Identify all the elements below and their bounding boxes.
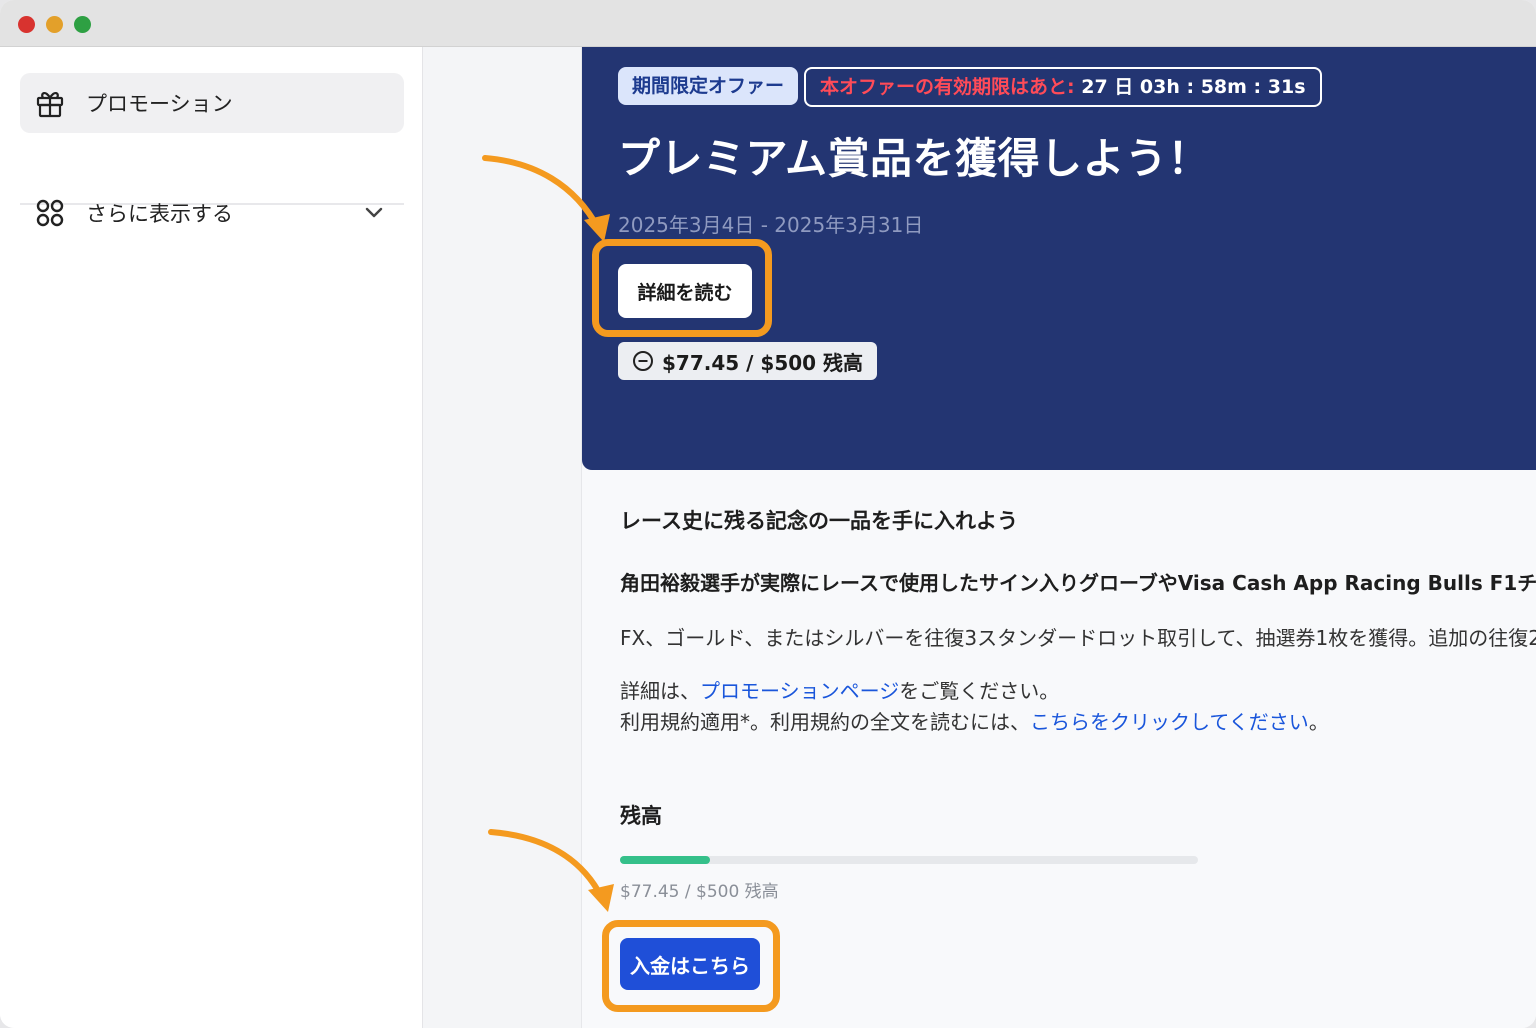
sidebar-item-label: さらに表示する — [86, 202, 233, 226]
details-suffix: をご覧ください。 — [899, 679, 1060, 703]
description-paragraph: 角田裕毅選手が実際にレースで使用したサイン入りグローブやVisa Cash Ap… — [620, 571, 1536, 595]
promotion-page-link[interactable]: プロモーションページ — [700, 679, 899, 703]
limited-offer-badge: 期間限定オファー — [618, 67, 799, 105]
app-window: プロモーション さらに表示する 期間限定オファー 本オファーの有効期限はあと: … — [0, 0, 1536, 1028]
read-details-button[interactable]: 詳細を読む — [618, 264, 752, 318]
maximize-window-button[interactable] — [74, 16, 91, 33]
balance-text: $77.45 / $500 残高 — [620, 882, 779, 902]
description-paragraph: FX、ゴールド、またはシルバーを往復3スタンダードロット取引して、抽選券1枚を獲… — [620, 626, 1536, 650]
sidebar-item-label: プロモーション — [86, 92, 233, 116]
sidebar-item-show-more[interactable]: さらに表示する — [20, 183, 404, 243]
timer-label: 本オファーの有効期限はあと: — [820, 76, 1075, 98]
sidebar-item-promotions[interactable]: プロモーション — [20, 73, 404, 133]
deposit-button[interactable]: 入金はこちら — [620, 938, 760, 990]
gift-icon — [36, 92, 64, 118]
terms-line: 利用規約適用*。利用規約の全文を読むには、こちらをクリックしてください。 — [620, 706, 1329, 735]
annotation-arrow — [488, 829, 614, 912]
expiry-timer-badge: 本オファーの有効期限はあと: 27 日 03h : 58m : 31s — [804, 67, 1322, 107]
balance-heading: 残高 — [620, 804, 662, 828]
title-bar — [0, 0, 1536, 47]
terms-prefix: 利用規約適用*。利用規約の全文を読むには、 — [620, 710, 1030, 734]
promotion-card: 期間限定オファー 本オファーの有効期限はあと: 27 日 03h : 58m :… — [581, 47, 1536, 1028]
balance-progress-fill — [620, 856, 710, 864]
minimize-window-button[interactable] — [46, 16, 63, 33]
terms-link[interactable]: こちらをクリックしてください — [1030, 710, 1309, 734]
section-heading: レース史に残る記念の一品を手に入れよう — [620, 509, 1018, 533]
details-prefix: 詳細は、 — [620, 679, 700, 703]
grid-icon — [36, 199, 64, 227]
balance-progress-bar — [620, 856, 1198, 864]
chevron-down-icon — [365, 207, 383, 218]
timer-value: 27 日 03h : 58m : 31s — [1081, 76, 1306, 98]
promotion-dates: 2025年3月4日 - 2025年3月31日 — [618, 213, 924, 237]
promotion-hero: 期間限定オファー 本オファーの有効期限はあと: 27 日 03h : 58m :… — [582, 47, 1536, 470]
sidebar: プロモーション さらに表示する — [0, 47, 423, 1028]
promotion-title: プレミアム賞品を獲得しよう！ — [618, 134, 1211, 183]
minus-circle-icon — [633, 351, 653, 371]
balance-badge: $77.45 / $500 残高 — [618, 342, 878, 380]
terms-suffix: 。 — [1308, 710, 1329, 734]
close-window-button[interactable] — [18, 16, 35, 33]
balance-badge-text: $77.45 / $500 残高 — [662, 350, 864, 375]
details-line: 詳細は、プロモーションページをご覧ください。 — [620, 675, 1059, 704]
annotation-arrow — [482, 155, 610, 242]
